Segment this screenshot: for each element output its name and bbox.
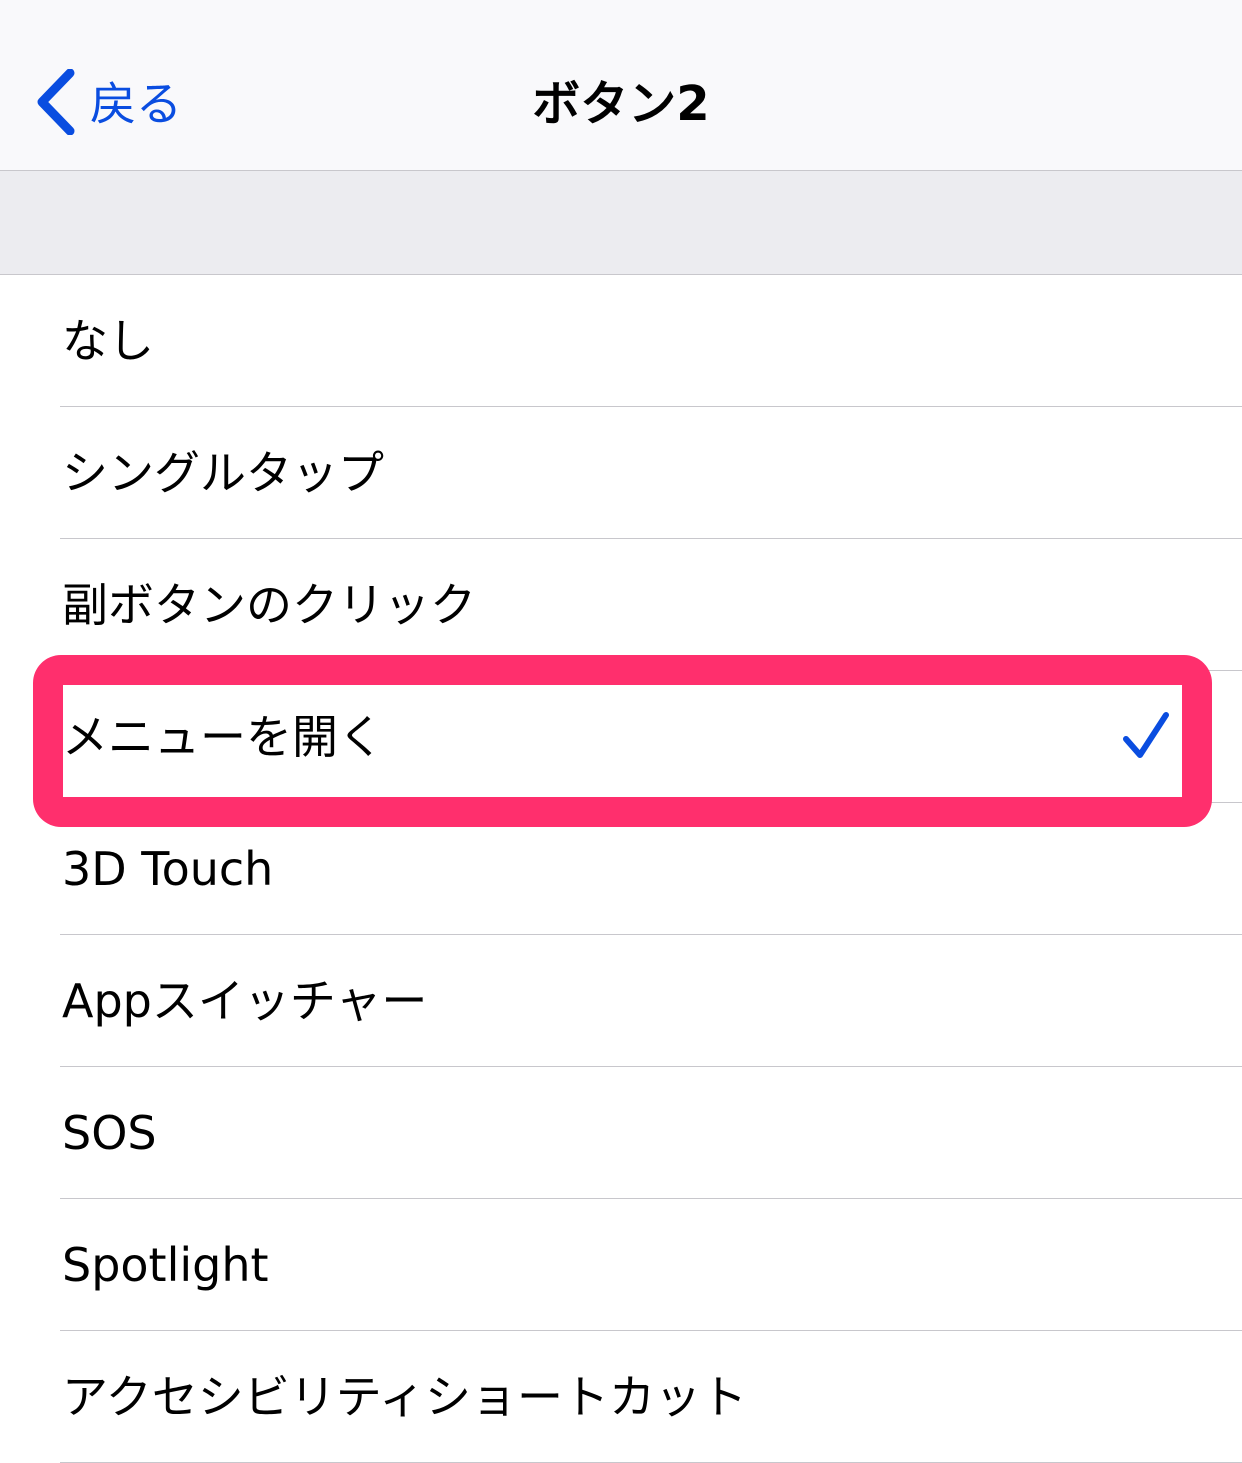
option-label: アクセシビリティショートカット [62, 1370, 747, 1424]
option-row-secondary-click[interactable]: 副ボタンのクリック [0, 539, 1242, 671]
option-row-3d-touch[interactable]: 3D Touch [0, 803, 1242, 935]
page-title: ボタン2 [532, 76, 710, 132]
option-row-sos[interactable]: SOS [0, 1067, 1242, 1199]
option-row-single-tap[interactable]: シングルタップ [0, 407, 1242, 539]
option-label: 副ボタンのクリック [62, 578, 476, 632]
option-label: メニューを開く [62, 710, 384, 764]
option-label: 3D Touch [62, 842, 274, 896]
checkmark-icon [1122, 711, 1170, 761]
option-row-app-switcher[interactable]: Appスイッチャー [0, 935, 1242, 1067]
section-header-spacer [0, 171, 1242, 275]
option-label: なし [62, 314, 154, 368]
option-row-open-menu[interactable]: メニューを開く [0, 671, 1242, 803]
option-label: Spotlight [62, 1238, 269, 1292]
option-row-accessibility-shortcut[interactable]: アクセシビリティショートカット [0, 1331, 1242, 1463]
option-row-spotlight[interactable]: Spotlight [0, 1199, 1242, 1331]
option-label: Appスイッチャー [62, 974, 428, 1028]
option-label: SOS [62, 1106, 157, 1160]
options-list: なし シングルタップ 副ボタンのクリック メニューを開く 3D Touch Ap… [0, 275, 1242, 1463]
option-label: シングルタップ [62, 446, 384, 500]
option-row-none[interactable]: なし [0, 275, 1242, 407]
navigation-bar: 戻る ボタン2 [0, 0, 1242, 171]
